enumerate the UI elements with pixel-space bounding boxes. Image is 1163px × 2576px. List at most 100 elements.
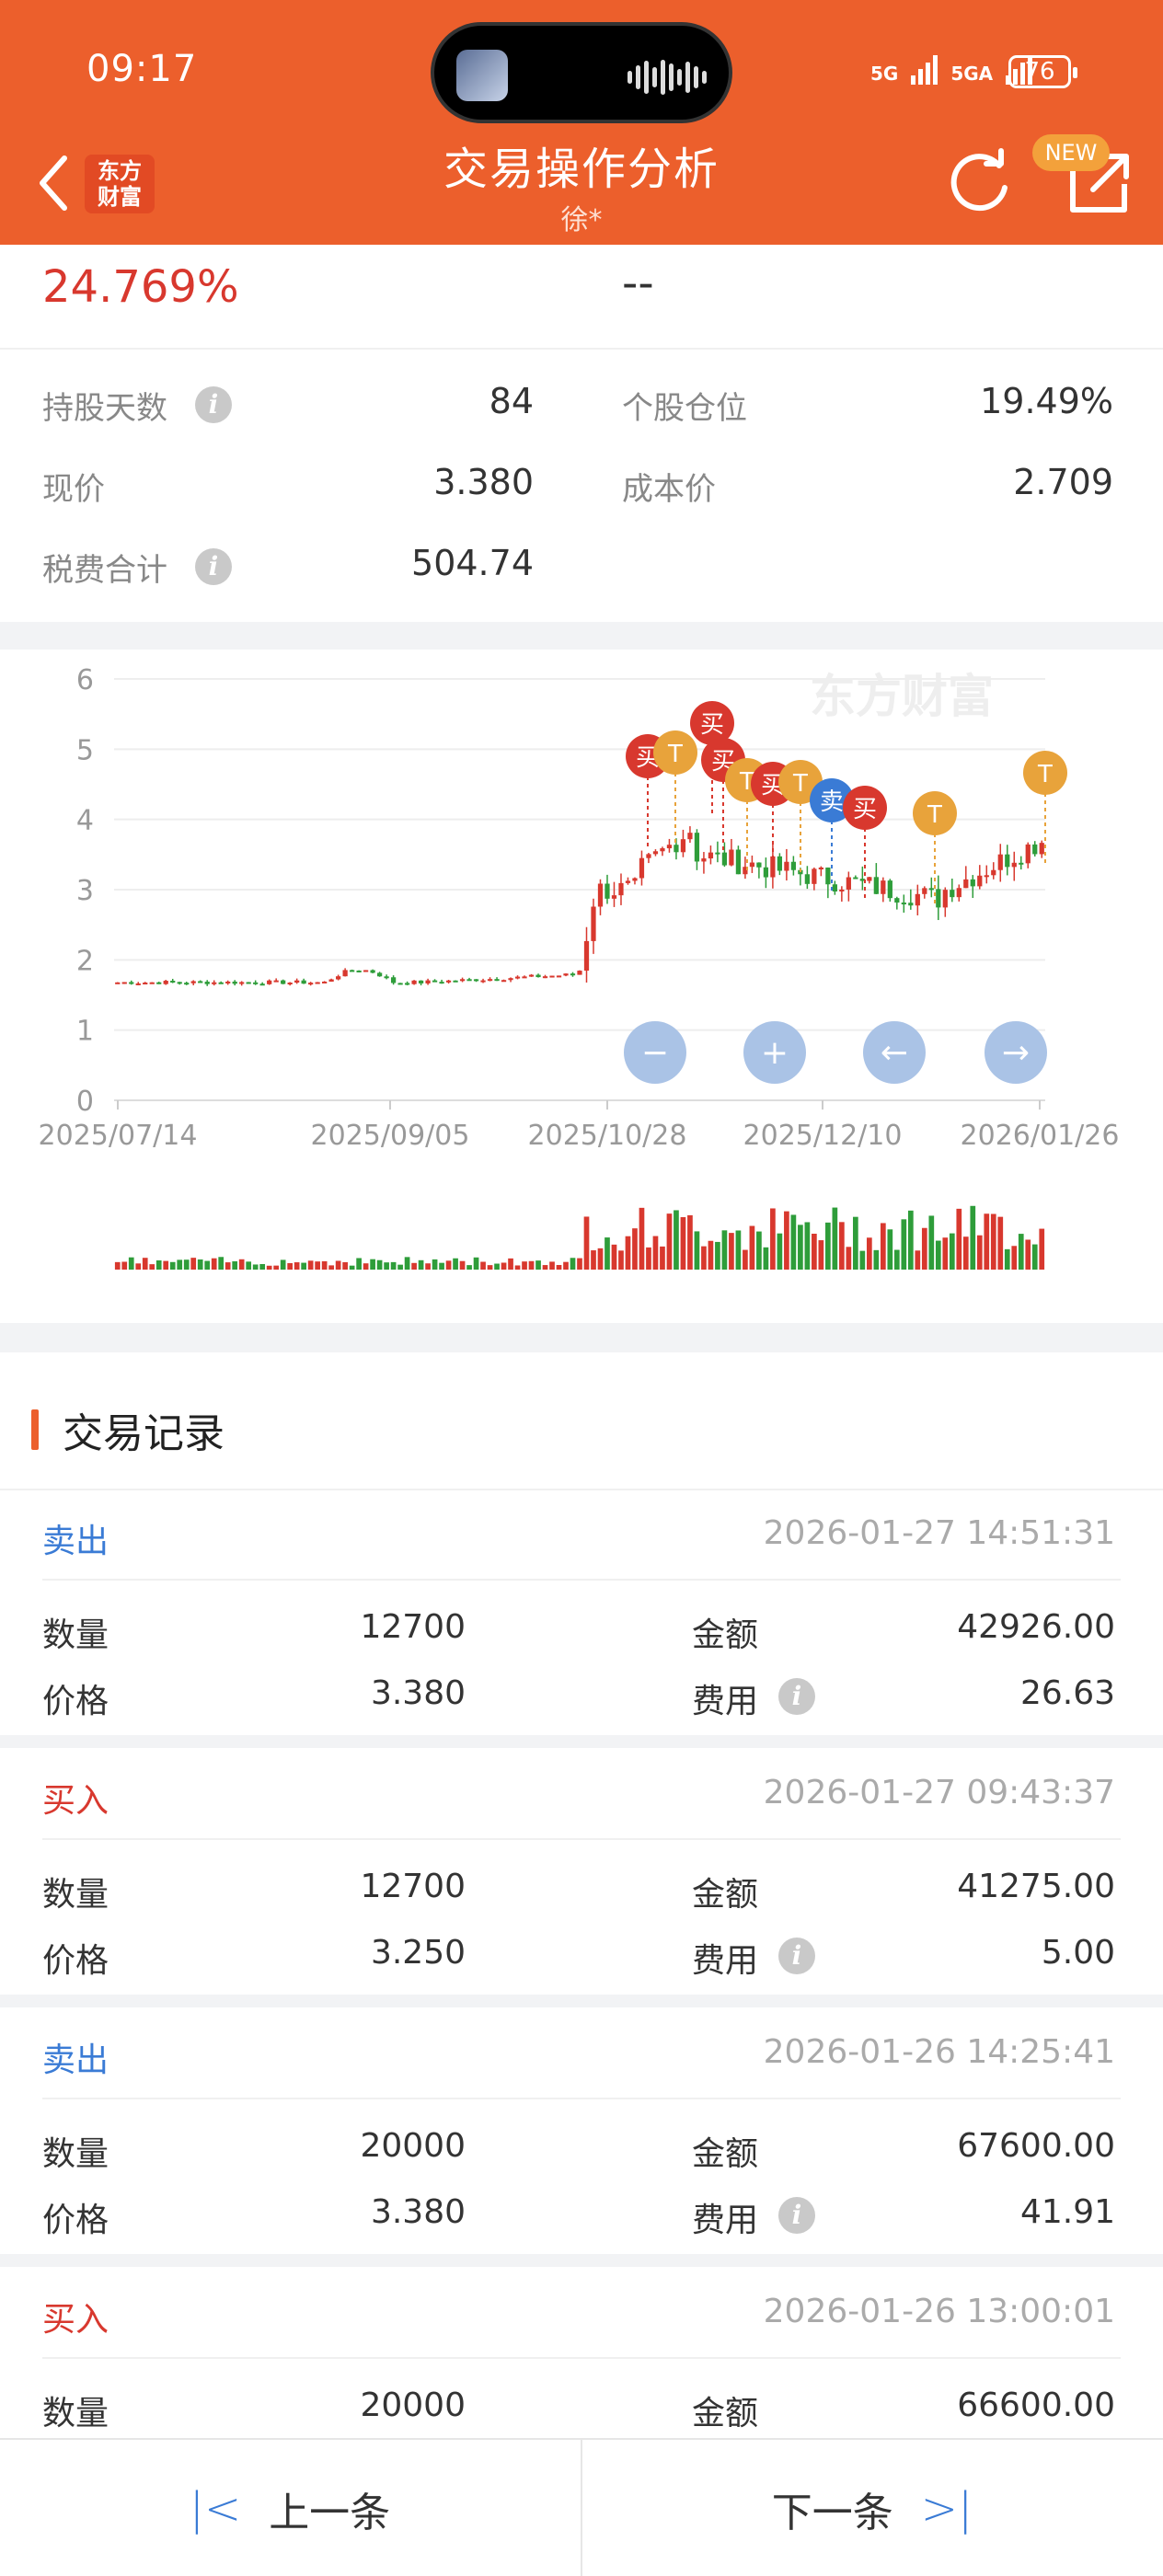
volume-bar [597, 1248, 604, 1270]
volume-bar [342, 1261, 348, 1270]
candle-body [652, 851, 659, 855]
zoom-in-icon[interactable]: + [743, 1021, 806, 1084]
candle-body [997, 854, 1003, 870]
volume-bar [853, 1216, 858, 1270]
y-tick-label: 5 [76, 734, 94, 766]
candle-body [605, 883, 610, 899]
volume-bar [384, 1262, 389, 1270]
volume-bar [287, 1262, 294, 1270]
candle-body [1025, 844, 1031, 864]
price-label: 价格 [42, 2202, 109, 2239]
info-icon[interactable]: i [195, 386, 232, 423]
volume-bar [804, 1222, 811, 1270]
next-button[interactable]: 下一条 >| [582, 2440, 1162, 2576]
volume-bar [770, 1208, 776, 1270]
volume-bar [873, 1249, 880, 1270]
info-icon[interactable]: i [778, 1678, 815, 1715]
candle-body [508, 978, 513, 981]
volume-bar [832, 1207, 838, 1270]
volume-bar [190, 1258, 197, 1270]
candle-body [583, 940, 590, 972]
candle-body [384, 976, 389, 979]
volume-bar [859, 1250, 866, 1270]
refresh-icon[interactable] [944, 147, 1014, 217]
volume-bar [715, 1241, 720, 1270]
volume-bar [970, 1205, 976, 1270]
volume-bar [280, 1259, 286, 1270]
volume-bar [238, 1259, 245, 1270]
candle-body [459, 979, 466, 982]
volume-bar [563, 1261, 569, 1270]
candle-body [259, 983, 265, 986]
y-tick-label: 1 [76, 1016, 94, 1048]
volume-bar [901, 1219, 907, 1270]
candle-body [501, 980, 507, 983]
candle-body [246, 982, 251, 984]
volume-bar [666, 1213, 673, 1270]
volume-bar [605, 1237, 610, 1270]
record-item[interactable]: 卖出 2026-01-27 14:51:31 数量 12700 金额 42926… [0, 1490, 1163, 1748]
trade-marker-label: 卖 [820, 788, 844, 816]
volume-bar [549, 1261, 555, 1270]
candle-body [666, 845, 673, 849]
signal-icon [911, 53, 938, 85]
candle-body [1039, 843, 1044, 855]
volume-bar [494, 1263, 500, 1270]
record-item[interactable]: 买入 2026-01-27 09:43:37 数量 12700 金额 41275… [0, 1750, 1163, 2007]
candle-body [218, 982, 224, 984]
volume-bar [1039, 1228, 1045, 1270]
zoom-out-icon[interactable]: − [624, 1021, 686, 1084]
candle-body [680, 839, 686, 853]
amount-label: 金额 [692, 1876, 759, 1914]
candle-body [853, 877, 858, 880]
info-icon[interactable]: i [778, 2197, 815, 2234]
volume-bar [183, 1259, 190, 1270]
candle-body [646, 854, 651, 858]
candle-body [397, 983, 403, 985]
candle-body [336, 976, 341, 980]
volume-bar [370, 1259, 375, 1270]
volume-bar [591, 1250, 596, 1270]
candle-body [177, 982, 182, 984]
kline-chart[interactable]: 6543210 东方财富 买 T买买T 买 T卖买 TT 2025/07/14 2025/… [0, 650, 1163, 1323]
record-type: 买入 [42, 2301, 109, 2339]
volume-bar [376, 1259, 383, 1270]
candle-body [356, 970, 362, 972]
pan-right-icon[interactable]: → [985, 1021, 1047, 1084]
candle-body [950, 890, 955, 898]
candle-body [439, 982, 444, 984]
info-icon[interactable]: i [195, 548, 232, 585]
candle-body [549, 975, 555, 978]
volume-bar [445, 1260, 452, 1270]
candle-body [294, 980, 300, 983]
prev-button[interactable]: |< 上一条 [0, 2440, 580, 2576]
volume-bar [252, 1264, 259, 1270]
candle-body [135, 983, 141, 985]
volume-bar [660, 1246, 665, 1270]
candle-body [956, 888, 961, 898]
volume-bar [784, 1211, 789, 1270]
info-icon[interactable]: i [778, 1938, 815, 1974]
y-tick-label: 4 [76, 805, 94, 837]
candle-body [349, 970, 355, 972]
candle-body [963, 879, 969, 889]
candle-body [342, 970, 348, 977]
volume-bar [225, 1262, 231, 1270]
record-item[interactable]: 卖出 2026-01-26 14:25:41 数量 20000 金额 67600… [0, 2009, 1163, 2267]
candle-body [115, 982, 121, 984]
x-tick-label: 2026/01/26 [961, 1120, 1120, 1152]
candle-body [721, 852, 728, 866]
pan-left-icon[interactable]: ← [863, 1021, 926, 1084]
volume-bar [114, 1261, 121, 1270]
volume-bar [169, 1261, 176, 1270]
record-type: 买入 [42, 1782, 109, 1820]
qty-label: 数量 [42, 1876, 109, 1914]
section-title: 交易记录 [63, 1410, 225, 1457]
volume-bar [708, 1240, 714, 1270]
candle-body [625, 880, 631, 883]
kline-chart-card: 6543210 东方财富 买T买买T买T卖买TT 2025/07/14 2025/… [0, 650, 1163, 1323]
return-percent: 24.769% [42, 261, 239, 313]
volume-bar [997, 1216, 1004, 1270]
volume-bar [577, 1258, 582, 1270]
candle-body [570, 973, 576, 976]
